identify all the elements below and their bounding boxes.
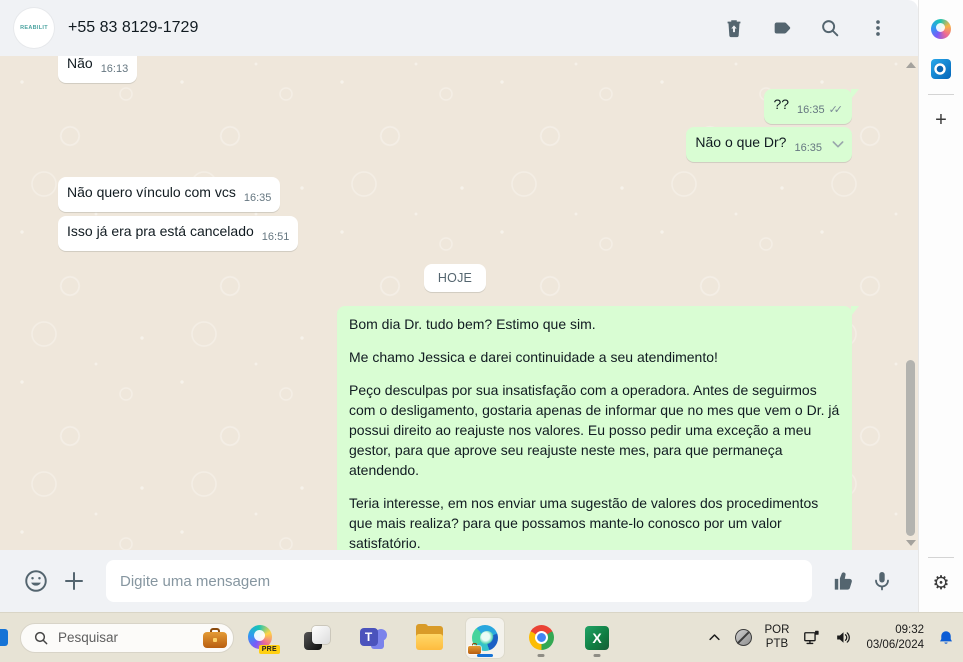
label-icon[interactable] xyxy=(770,16,794,40)
teams-letter: T xyxy=(359,627,378,646)
message-paragraph: Peço desculpas por sua insatisfação com … xyxy=(349,382,840,478)
incoming-message-bubble[interactable]: Isso já era pra está cancelado 16:51 xyxy=(58,216,299,251)
windows-taskbar: Pesquisar PRE T X POR PTB 09:32 03/06/20… xyxy=(0,612,963,662)
incoming-message-bubble[interactable]: Não quero vínculo com vcs 16:35 xyxy=(58,177,281,212)
copilot-pre-badge: PRE xyxy=(258,644,280,654)
whatsapp-window: REABILIT +55 83 8129-1729 Não 16:13 ?? 1… xyxy=(0,0,963,612)
taskbar-clock[interactable]: 09:32 03/06/2024 xyxy=(866,623,924,653)
file-explorer-icon[interactable] xyxy=(410,618,448,658)
message-time: 16:35 xyxy=(243,192,272,204)
message-composer: Digite uma mensagem xyxy=(0,550,918,612)
network-icon[interactable] xyxy=(802,628,821,647)
taskbar-copilot-icon[interactable]: PRE xyxy=(242,618,280,658)
chat-column: REABILIT +55 83 8129-1729 Não 16:13 ?? 1… xyxy=(0,0,918,612)
message-paragraph: Teria interesse, em nos enviar uma suges… xyxy=(349,495,819,550)
message-text: Isso já era pra está cancelado xyxy=(67,223,254,239)
task-view-icon[interactable] xyxy=(298,618,336,658)
message-list: Não 16:13 ?? 16:35 ✓✓ Não o que Dr? 16:35 xyxy=(0,56,918,550)
message-text: Não quero vínculo com vcs xyxy=(67,184,236,200)
message-paragraph: Me chamo Jessica e darei continuidade a … xyxy=(349,349,718,365)
scrollbar-thumb[interactable] xyxy=(906,360,915,536)
outgoing-message-bubble[interactable]: Não o que Dr? 16:35 xyxy=(686,127,852,162)
clock-date: 03/06/2024 xyxy=(866,638,924,651)
taskbar-search-box[interactable]: Pesquisar xyxy=(20,622,234,653)
excel-letter: X xyxy=(585,625,609,650)
start-button[interactable] xyxy=(0,629,8,646)
add-sidebar-app-icon[interactable]: + xyxy=(926,105,956,135)
microphone-icon[interactable] xyxy=(868,567,896,595)
clock-time: 09:32 xyxy=(895,623,924,636)
notification-bell-icon[interactable] xyxy=(937,629,955,647)
scrollbar-up-arrow[interactable] xyxy=(906,62,916,68)
message-time: 16:35 xyxy=(797,104,825,116)
contact-name[interactable]: +55 83 8129-1729 xyxy=(68,19,722,37)
excel-icon[interactable]: X xyxy=(578,618,616,658)
message-menu-chevron-icon[interactable] xyxy=(829,135,847,153)
menu-kebab-icon[interactable] xyxy=(866,16,890,40)
search-icon[interactable] xyxy=(818,16,842,40)
message-paragraph: Bom dia Dr. tudo bem? Estimo que sim. xyxy=(349,316,596,332)
edge-work-profile-badge xyxy=(468,642,481,654)
chrome-icon[interactable] xyxy=(522,618,560,658)
copilot-icon[interactable] xyxy=(926,14,956,44)
message-text: Não o que Dr? xyxy=(695,134,787,150)
sidebar-settings-gear-icon[interactable]: ⚙ xyxy=(926,568,956,598)
attach-plus-icon[interactable] xyxy=(60,567,88,595)
avatar-logo-text: REABILIT xyxy=(20,25,48,31)
edge-sidebar: + ⚙ xyxy=(918,0,963,612)
volume-icon[interactable] xyxy=(834,628,853,647)
language-indicator[interactable]: POR PTB xyxy=(765,624,790,650)
search-icon xyxy=(33,630,49,646)
outgoing-message-bubble[interactable]: ?? 16:35 ✓✓ xyxy=(764,89,859,124)
briefcase-icon xyxy=(202,627,228,648)
outlook-icon[interactable] xyxy=(926,54,956,84)
tray-chevron-up-icon[interactable] xyxy=(707,630,722,645)
outgoing-long-message-bubble[interactable]: Bom dia Dr. tudo bem? Estimo que sim. Me… xyxy=(337,306,859,550)
header-actions xyxy=(722,16,898,40)
language-line1: POR xyxy=(764,624,790,637)
sidebar-divider xyxy=(928,557,954,558)
emoji-icon[interactable] xyxy=(22,567,50,595)
thumbs-up-icon[interactable] xyxy=(830,567,858,595)
incoming-message-bubble[interactable]: Não 16:13 xyxy=(58,56,138,83)
message-time: 16:35 xyxy=(794,142,822,154)
contact-avatar[interactable]: REABILIT xyxy=(14,8,54,48)
date-divider: HOJE xyxy=(423,264,487,292)
message-time: 16:51 xyxy=(261,231,290,243)
chat-scrollbar xyxy=(905,56,916,550)
message-input[interactable]: Digite uma mensagem xyxy=(106,560,812,602)
sidebar-divider xyxy=(928,94,954,95)
chat-header: REABILIT +55 83 8129-1729 xyxy=(0,0,918,56)
message-text: Não xyxy=(67,56,93,71)
delete-chat-icon[interactable] xyxy=(722,16,746,40)
language-line2: PTB xyxy=(765,637,789,650)
search-placeholder: Pesquisar xyxy=(58,630,119,645)
teams-icon[interactable]: T xyxy=(354,618,392,658)
message-time: 16:13 xyxy=(100,63,129,75)
delivered-checks-icon: ✓✓ xyxy=(828,104,844,116)
onedrive-paused-icon[interactable] xyxy=(734,629,752,646)
message-text: ?? xyxy=(773,96,790,112)
edge-icon-active[interactable] xyxy=(466,617,504,658)
scrollbar-down-arrow[interactable] xyxy=(906,540,916,546)
